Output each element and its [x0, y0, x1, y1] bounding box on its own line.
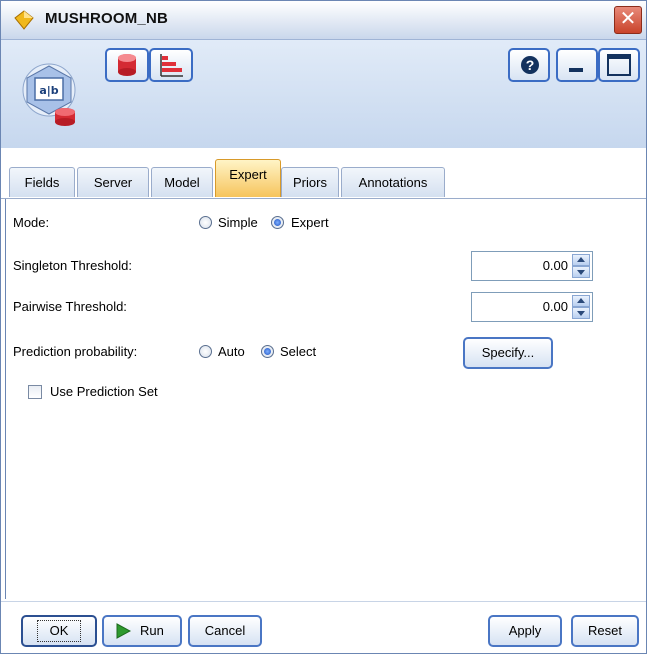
pairwise-threshold-label: Pairwise Threshold: [13, 299, 127, 314]
specify-button[interactable]: Specify... [463, 337, 553, 369]
prediction-auto-radio[interactable] [199, 345, 212, 358]
pairwise-threshold-value[interactable]: 0.00 [543, 299, 568, 314]
ok-button-label: OK [36, 620, 82, 642]
tab-priors[interactable]: Priors [281, 167, 339, 197]
singleton-threshold-spinner[interactable]: 0.00 [471, 251, 593, 281]
use-prediction-set-label[interactable]: Use Prediction Set [50, 384, 158, 399]
tab-fields[interactable]: Fields [9, 167, 75, 197]
node-naive-bayes-icon: a|b [22, 63, 76, 126]
tab-divider [1, 198, 646, 199]
tab-expert-label: Expert [229, 167, 267, 182]
help-button[interactable]: ? [508, 48, 550, 82]
mode-expert-label[interactable]: Expert [291, 215, 329, 230]
singleton-threshold-label: Singleton Threshold: [13, 258, 133, 273]
minimize-button[interactable] [556, 48, 598, 82]
reset-button-label: Reset [588, 623, 622, 638]
spin-up-icon[interactable] [572, 295, 590, 307]
close-icon: ✕ [619, 8, 637, 30]
tab-model-label: Model [164, 175, 200, 190]
tab-server[interactable]: Server [77, 167, 149, 197]
dialog-window: MUSHROOM_NB ✕ a|b ? Fields Server Model … [0, 0, 647, 654]
maximize-icon [607, 54, 631, 76]
tab-annotations[interactable]: Annotations [341, 167, 445, 197]
singleton-threshold-value[interactable]: 0.00 [543, 258, 568, 273]
prediction-select-radio[interactable] [261, 345, 274, 358]
pairwise-threshold-spinner[interactable]: 0.00 [471, 292, 593, 322]
toolbar-area: a|b ? [1, 40, 646, 148]
spin-down-icon[interactable] [572, 307, 590, 319]
reset-button[interactable]: Reset [571, 615, 639, 647]
apply-button[interactable]: Apply [488, 615, 562, 647]
minimize-icon [569, 68, 583, 72]
pairwise-spin-buttons [572, 295, 590, 319]
specify-button-label: Specify... [481, 345, 535, 360]
close-button[interactable]: ✕ [614, 6, 642, 34]
prediction-auto-label[interactable]: Auto [218, 344, 245, 359]
tab-expert[interactable]: Expert [215, 159, 281, 197]
singleton-spin-buttons [572, 254, 590, 278]
mode-expert-radio[interactable] [271, 216, 284, 229]
panel-left-border [5, 199, 6, 599]
cancel-button[interactable]: Cancel [188, 615, 262, 647]
play-icon [116, 623, 132, 639]
tab-priors-label: Priors [293, 175, 327, 190]
spin-down-icon[interactable] [572, 266, 590, 278]
prediction-select-label[interactable]: Select [280, 344, 316, 359]
apply-button-label: Apply [508, 623, 542, 638]
chart-button[interactable] [149, 48, 193, 82]
help-icon: ? [521, 56, 539, 74]
tab-fields-label: Fields [24, 175, 60, 190]
use-prediction-set-checkbox[interactable] [28, 385, 42, 399]
cancel-button-label: Cancel [204, 623, 246, 638]
database-icon [118, 54, 136, 76]
prediction-probability-label: Prediction probability: [13, 344, 138, 359]
tab-annotations-label: Annotations [358, 175, 428, 190]
title-bar[interactable]: MUSHROOM_NB ✕ [1, 1, 646, 40]
ok-button[interactable]: OK [21, 615, 97, 647]
spin-up-icon[interactable] [572, 254, 590, 266]
preview-database-button[interactable] [105, 48, 149, 82]
mode-label: Mode: [13, 215, 50, 230]
mode-simple-label[interactable]: Simple [218, 215, 258, 230]
svg-text:a|b: a|b [39, 84, 58, 97]
chart-icon [160, 54, 183, 77]
run-button[interactable]: Run [102, 615, 182, 647]
mode-simple-radio[interactable] [199, 216, 212, 229]
tab-server-label: Server [93, 175, 133, 190]
footer-divider [1, 601, 646, 602]
run-button-label: Run [140, 623, 164, 638]
window-title: MUSHROOM_NB [45, 10, 169, 27]
maximize-button[interactable] [598, 48, 640, 82]
tab-model[interactable]: Model [151, 167, 213, 197]
diamond-app-icon [14, 10, 34, 30]
